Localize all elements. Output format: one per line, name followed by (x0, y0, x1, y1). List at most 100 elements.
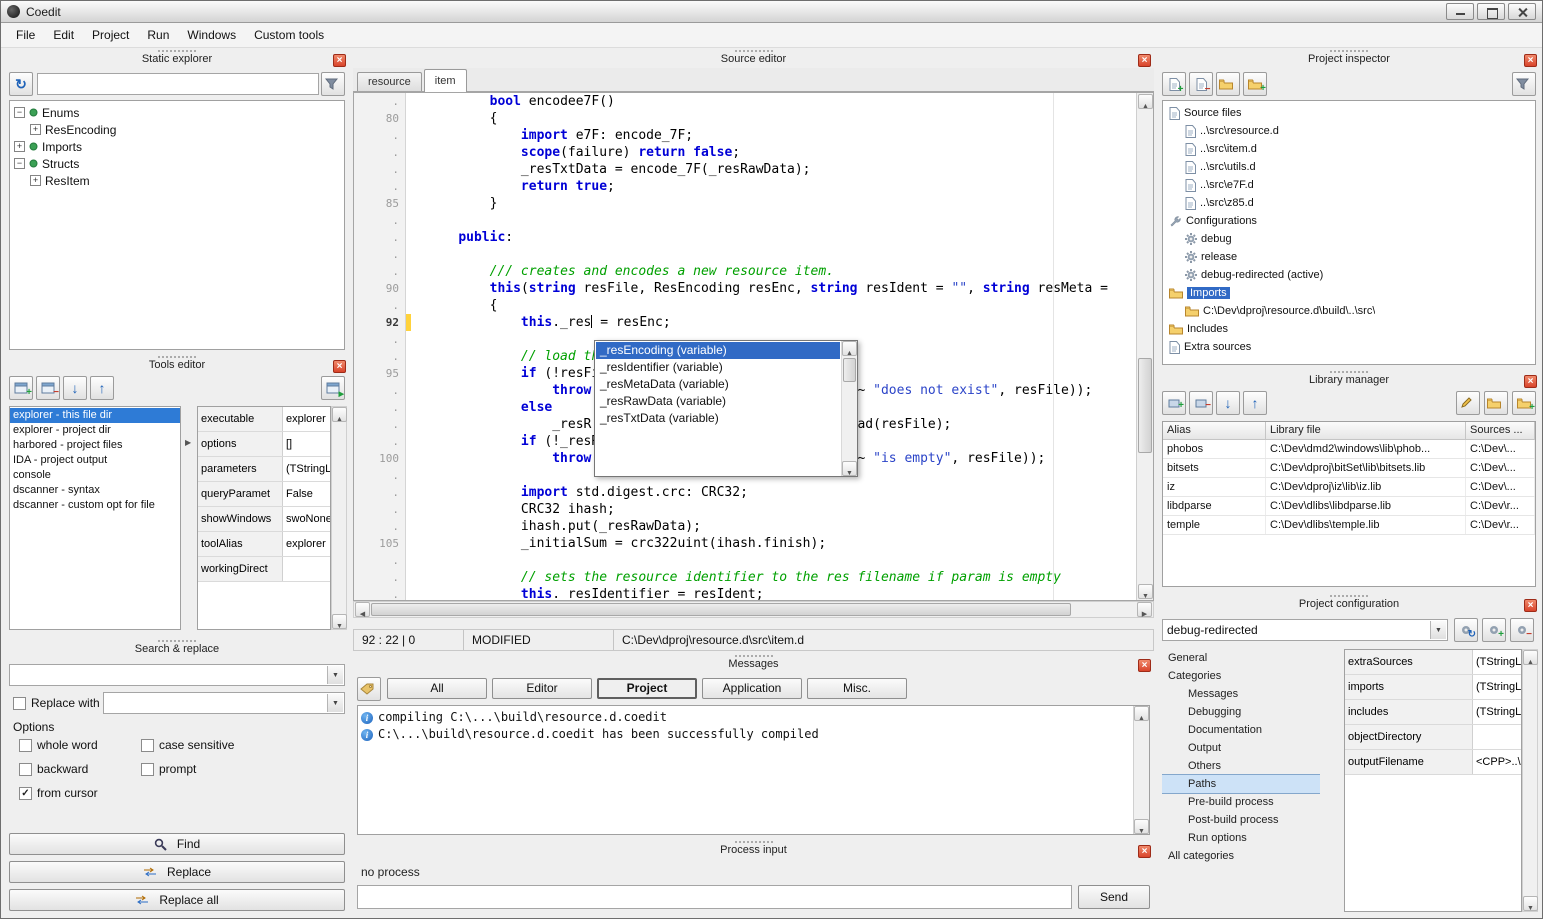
filter-project-button[interactable] (1512, 72, 1536, 96)
edit-library-button[interactable] (1456, 391, 1480, 415)
sync-configuration-button[interactable] (1454, 618, 1478, 642)
menu-item-project[interactable]: Project (83, 24, 138, 46)
open-library-file-button[interactable] (1484, 391, 1508, 415)
completion-item[interactable]: _resEncoding (variable) (596, 342, 840, 359)
completion-item[interactable]: _resTxtData (variable) (596, 410, 840, 427)
completion-item[interactable]: _resRawData (variable) (596, 393, 840, 410)
property-row[interactable]: showWindowsswoNone (198, 507, 330, 532)
close-panel-button[interactable]: × (333, 360, 346, 373)
category-paths[interactable]: Paths (1162, 775, 1320, 793)
move-tool-down-button[interactable]: ↓ (63, 376, 87, 400)
close-panel-button[interactable]: × (1138, 54, 1151, 67)
checkbox-whole-word[interactable]: whole word (19, 738, 98, 752)
tree-item-enums[interactable]: −Enums (10, 104, 344, 121)
property-row[interactable]: parameters(TStringL (198, 457, 330, 482)
property-value[interactable] (1473, 725, 1521, 749)
messages-tab-editor[interactable]: Editor (492, 678, 592, 699)
code-line[interactable]: . return true; (354, 178, 1153, 195)
code-line[interactable]: . ihash.put(_resRawData); (354, 518, 1153, 535)
expander-icon[interactable]: + (14, 141, 25, 152)
code-line[interactable]: . /// creates and encodes a new resource… (354, 263, 1153, 280)
property-value[interactable]: (TStringL (283, 457, 330, 481)
messages-tab-project[interactable]: Project (597, 678, 697, 699)
property-value[interactable]: (TStringL (1473, 700, 1521, 724)
add-library-folder-button[interactable] (1512, 391, 1536, 415)
checkbox[interactable] (141, 763, 154, 776)
tree-item-extra-sources[interactable]: Extra sources (1163, 338, 1535, 356)
close-window-button[interactable] (1508, 3, 1536, 20)
expander-icon[interactable]: + (30, 124, 41, 135)
messages-tab-application[interactable]: Application (702, 678, 802, 699)
remove-source-button[interactable] (1189, 72, 1213, 96)
category-post-build-process[interactable]: Post-build process (1162, 811, 1320, 829)
scroll-left-button[interactable] (355, 602, 370, 617)
tree-item-structs[interactable]: −Structs (10, 155, 344, 172)
tree-item-debug[interactable]: debug (1163, 230, 1535, 248)
tool-list-item[interactable]: harbored - project files (10, 438, 180, 453)
panel-grip[interactable] (158, 50, 196, 52)
panel-grip[interactable] (735, 655, 773, 657)
titlebar[interactable]: Coedit (1, 1, 1542, 23)
checkbox[interactable] (13, 697, 26, 710)
tree-item-src-z85-d[interactable]: ..\src\z85.d (1163, 194, 1535, 212)
category-others[interactable]: Others (1162, 757, 1320, 775)
property-row[interactable]: toolAliasexplorer (198, 532, 330, 557)
expander-icon[interactable]: − (14, 158, 25, 169)
property-row[interactable]: workingDirect (198, 557, 330, 582)
menu-item-windows[interactable]: Windows (178, 24, 245, 46)
tab-item[interactable]: item (424, 69, 467, 92)
minimize-button[interactable] (1446, 3, 1474, 20)
tree-item-release[interactable]: release (1163, 248, 1535, 266)
property-row[interactable]: imports(TStringL (1345, 675, 1521, 700)
code-line[interactable]: . bool encodee7F() (354, 93, 1153, 110)
code-line[interactable]: . CRC32 ihash; (354, 501, 1153, 518)
add-folder-button[interactable] (1243, 72, 1267, 96)
messages-scrollbar[interactable] (1133, 706, 1149, 834)
move-tool-up-button[interactable]: ↑ (90, 376, 114, 400)
property-row[interactable]: outputFilename<CPP>..\ (1345, 750, 1521, 775)
category-debugging[interactable]: Debugging (1162, 703, 1320, 721)
replace-with-checkbox[interactable]: Replace with (13, 696, 100, 710)
property-value[interactable]: [] (283, 432, 330, 456)
tree-item-debug-redirected-active[interactable]: debug-redirected (active) (1163, 266, 1535, 284)
add-source-button[interactable] (1162, 72, 1186, 96)
code-line[interactable]: . scope(failure) return false; (354, 144, 1153, 161)
scroll-up-button[interactable] (842, 341, 857, 356)
checkbox-case-sensitive[interactable]: case sensitive (141, 738, 234, 752)
category-output[interactable]: Output (1162, 739, 1320, 757)
property-row[interactable]: extraSources(TStringL (1345, 650, 1521, 675)
scrollbar-thumb[interactable] (1138, 358, 1152, 453)
category-run-options[interactable]: Run options (1162, 829, 1320, 847)
code-line[interactable]: . import e7F: encode_7F; (354, 127, 1153, 144)
tree-item-imports[interactable]: Imports (1163, 284, 1535, 302)
column-header-library-file[interactable]: Library file (1266, 422, 1466, 439)
property-value[interactable] (283, 557, 330, 581)
scroll-down-button[interactable] (332, 614, 347, 629)
library-row[interactable]: libdparseC:\Dev\dlibs\libdparse.libC:\De… (1163, 497, 1535, 516)
refresh-button[interactable]: ↻ (9, 72, 33, 96)
code-editor[interactable]: . bool encodee7F()80 {. import e7F: enco… (353, 92, 1154, 601)
tool-list-item[interactable]: console (10, 468, 180, 483)
code-line[interactable]: 90 this(string resFile, ResEncoding resE… (354, 280, 1153, 297)
remove-library-button[interactable] (1189, 391, 1213, 415)
tool-list-item[interactable]: explorer - project dir (10, 423, 180, 438)
close-panel-button[interactable]: × (333, 54, 346, 67)
process-input-field[interactable] (357, 885, 1072, 909)
code-line[interactable]: 85 } (354, 195, 1153, 212)
tool-list-item[interactable]: dscanner - syntax (10, 483, 180, 498)
move-library-down-button[interactable]: ↓ (1216, 391, 1240, 415)
property-value[interactable]: swoNone (283, 507, 330, 531)
library-row[interactable]: izC:\Dev\dproj\iz\lib\iz.libC:\Dev\... (1163, 478, 1535, 497)
scroll-down-button[interactable] (1134, 819, 1149, 834)
panel-grip[interactable] (735, 841, 773, 843)
property-value[interactable]: (TStringL (1473, 650, 1521, 674)
property-value[interactable]: False (283, 482, 330, 506)
tool-list-item[interactable]: explorer - this file dir (10, 408, 180, 423)
scroll-down-button[interactable] (1523, 896, 1538, 911)
category-all-categories[interactable]: All categories (1162, 847, 1320, 865)
property-row[interactable]: options[] (198, 432, 330, 457)
menu-item-file[interactable]: File (7, 24, 44, 46)
scroll-up-button[interactable] (1523, 650, 1538, 665)
move-library-up-button[interactable]: ↑ (1243, 391, 1267, 415)
close-panel-button[interactable]: × (1138, 659, 1151, 672)
